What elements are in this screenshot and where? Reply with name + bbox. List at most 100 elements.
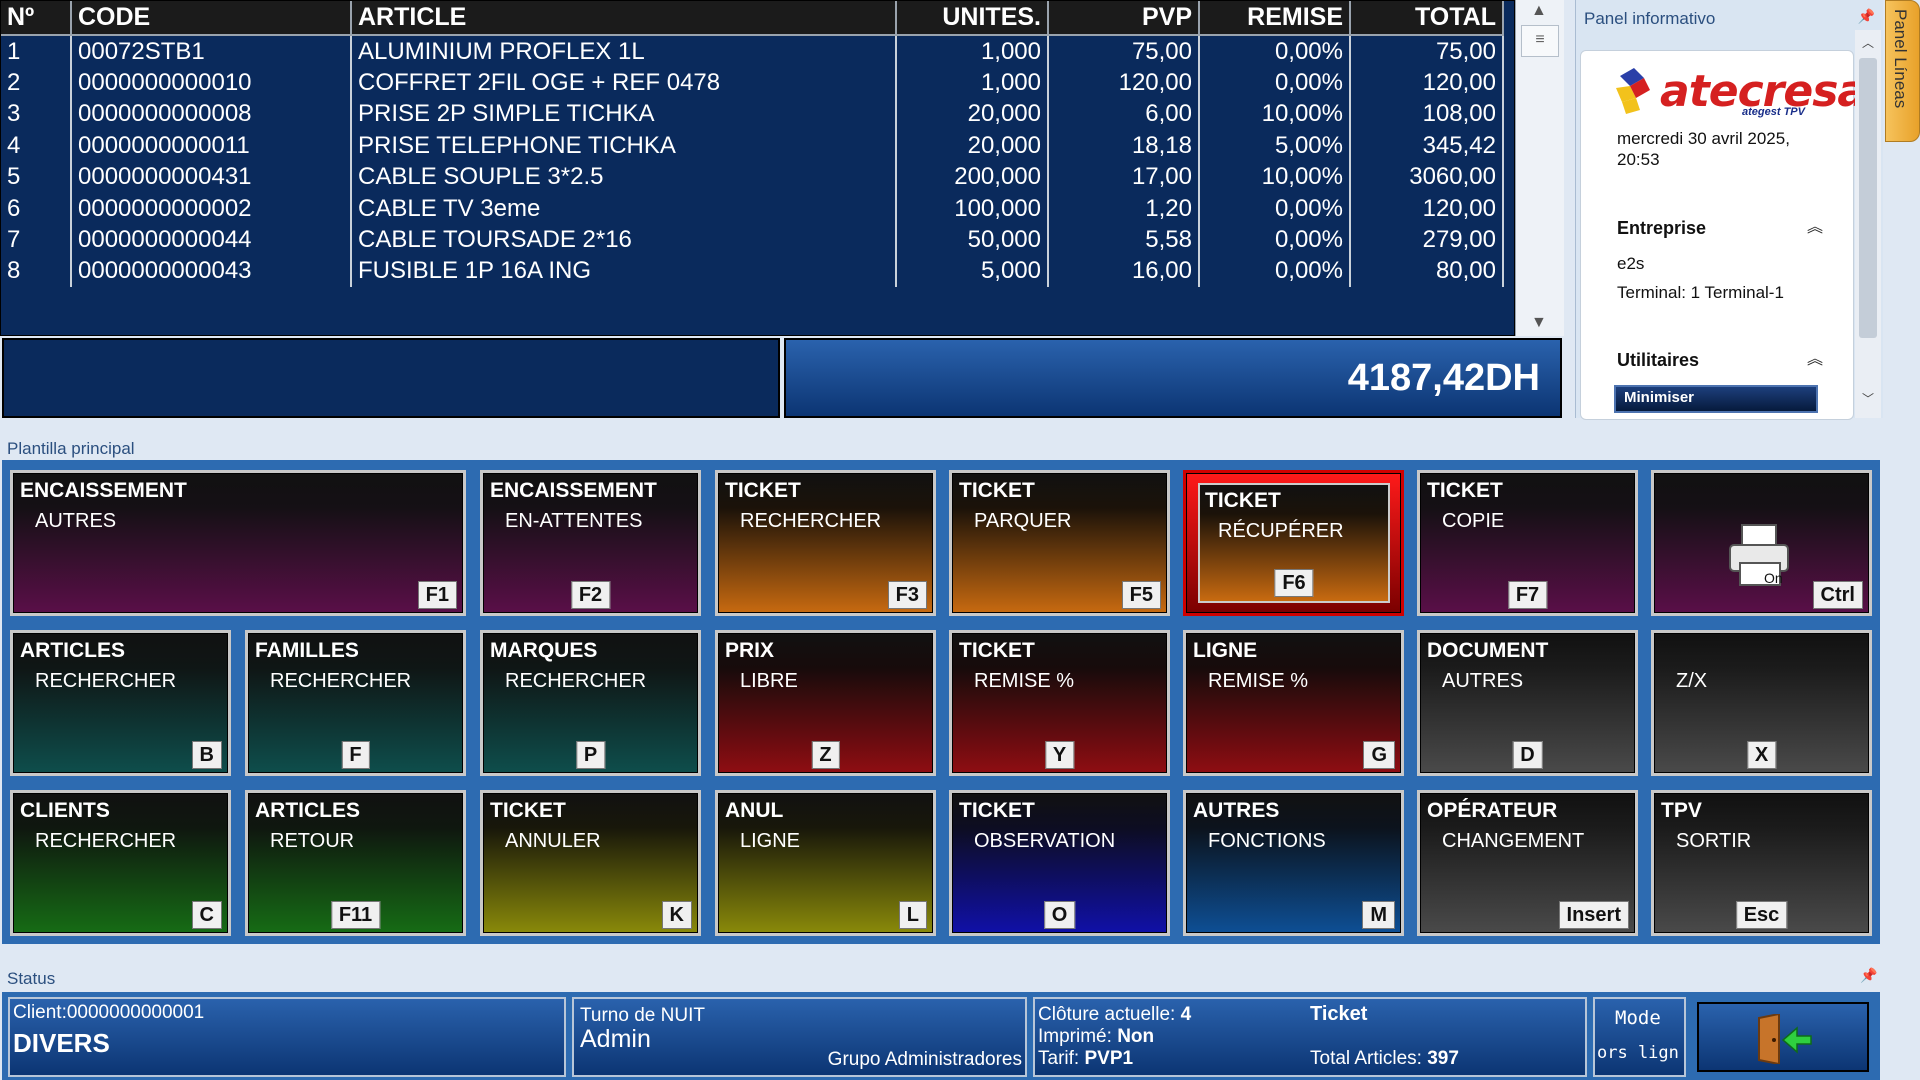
table-row[interactable]: 2 0000000000010 COFFRET 2FIL OGE + REF 047…: [1, 67, 1504, 99]
ticket-observation-button[interactable]: TICKET OBSERVATION O: [949, 790, 1170, 936]
line-article: COFFRET 2FIL OGE + REF 0478: [351, 67, 897, 99]
button-subtitle: REMISE %: [974, 670, 1075, 692]
button-title: MARQUES: [490, 639, 598, 662]
prix-libre-button[interactable]: PRIX LIBRE Z: [715, 630, 936, 776]
button-title: TPV: [1661, 799, 1702, 822]
imprime-value: Non: [1117, 1026, 1155, 1047]
col-header-remise[interactable]: REMISE: [1199, 1, 1351, 36]
familles-rechercher-button[interactable]: FAMILLES RECHERCHER F: [245, 630, 466, 776]
status-title: Status: [7, 969, 56, 988]
col-header-num[interactable]: Nº: [1, 1, 72, 36]
line-code: 0000000000002: [71, 192, 352, 225]
shortcut-key: G: [1363, 741, 1395, 769]
zx-button[interactable]: Z/X X: [1651, 630, 1872, 776]
cloture-value: 4: [1180, 1004, 1192, 1025]
pin-icon[interactable]: 📌: [1858, 8, 1875, 25]
col-header-unites[interactable]: UNITES.: [896, 1, 1049, 36]
table-row[interactable]: 6 0000000000002 CABLE TV 3eme 100,000 1,20 0,…: [1, 192, 1504, 225]
col-header-total[interactable]: TOTAL: [1350, 1, 1504, 36]
table-row[interactable]: 8 0000000000043 FUSIBLE 1P 16A ING 5,000 16,…: [1, 255, 1504, 288]
button-subtitle: RECHERCHER: [35, 670, 177, 692]
button-subtitle: COPIE: [1442, 510, 1505, 532]
panel-lineas-tab[interactable]: Panel Líneas: [1885, 0, 1920, 142]
svg-text:On: On: [1764, 570, 1783, 586]
client-code: Client:0000000000001: [13, 1002, 205, 1023]
ticket-parquer-button[interactable]: TICKET PARQUER F5: [949, 470, 1170, 616]
col-header-pvp[interactable]: PVP: [1048, 1, 1200, 36]
table-row[interactable]: 4 0000000000011 PRISE TELEPHONE TICHKA 20,0…: [1, 130, 1504, 162]
button-title: TICKET: [959, 639, 1035, 662]
button-title: ENCAISSEMENT: [490, 479, 657, 502]
line-total: 120,00: [1350, 192, 1504, 225]
encaissement-en-attentes-button[interactable]: ENCAISSEMENT EN-ATTENTES F2: [480, 470, 701, 616]
print-button[interactable]: On Ctrl: [1651, 470, 1872, 616]
ticket-total-value: 4187,42DH: [1347, 357, 1540, 399]
imprime-row: Imprimé: Non: [1038, 1026, 1154, 1048]
table-row[interactable]: 1 00072STB1 ALUMINIUM PROFLEX 1L 1,000 75,00…: [1, 35, 1504, 68]
shortcut-key: F5: [1121, 581, 1161, 609]
total-articles-value: 397: [1427, 1048, 1459, 1069]
col-header-article[interactable]: ARTICLE: [351, 1, 897, 36]
table-row[interactable]: 7 0000000000044 CABLE TOURSADE 2*16 50,000 5…: [1, 224, 1504, 256]
tpv-sortir-button[interactable]: TPV SORTIR Esc: [1651, 790, 1872, 936]
tarif-value: PVP1: [1084, 1048, 1134, 1069]
ticket-recuperer-button[interactable]: TICKET RÉCUPÉRER F6: [1183, 470, 1404, 616]
shortcut-key: C: [191, 901, 222, 929]
info-scrollbar[interactable]: ︿ ﹀: [1855, 30, 1881, 418]
mode-label: Mode: [1615, 1007, 1661, 1029]
scroll-down-icon[interactable]: ▼: [1531, 314, 1547, 332]
mode-panel[interactable]: Mode ors lign: [1593, 997, 1686, 1077]
line-code: 00072STB1: [71, 35, 352, 68]
chevron-up-icon[interactable]: ︿: [1862, 34, 1874, 51]
articles-retour-button[interactable]: ARTICLES RETOUR F11: [245, 790, 466, 936]
articles-rechercher-button[interactable]: ARTICLES RECHERCHER B: [10, 630, 231, 776]
info-scroll-thumb[interactable]: [1859, 58, 1877, 338]
button-subtitle: RÉCUPÉRER: [1218, 520, 1344, 542]
shortcut-key: Z: [811, 741, 840, 769]
line-article: CABLE TOURSADE 2*16: [351, 224, 897, 256]
utilitaires-header: Utilitaires: [1617, 350, 1700, 370]
document-autres-button[interactable]: DOCUMENT AUTRES D: [1417, 630, 1638, 776]
client-panel[interactable]: Client:0000000000001 DIVERS: [8, 997, 566, 1077]
autres-fonctions-button[interactable]: AUTRES FONCTIONS M: [1183, 790, 1404, 936]
line-pvp: 17,00: [1048, 161, 1200, 193]
imprime-label: Imprimé:: [1038, 1026, 1112, 1047]
ticket-rechercher-button[interactable]: TICKET RECHERCHER F3: [715, 470, 936, 616]
ligne-remise-button[interactable]: LIGNE REMISE % G: [1183, 630, 1404, 776]
line-article: ALUMINIUM PROFLEX 1L: [351, 35, 897, 68]
table-row[interactable]: 3 0000000000008 PRISE 2P SIMPLE TICHKA 20,0…: [1, 98, 1504, 131]
line-total: 345,42: [1350, 130, 1504, 162]
table-row[interactable]: 5 0000000000431 CABLE SOUPLE 3*2.5 200,000 1…: [1, 161, 1504, 193]
marques-rechercher-button[interactable]: MARQUES RECHERCHER P: [480, 630, 701, 776]
ticket-annuler-button[interactable]: TICKET ANNULER K: [480, 790, 701, 936]
shortcut-key: F11: [330, 901, 381, 929]
operateur-changement-button[interactable]: OPÉRATEUR CHANGEMENT Insert: [1417, 790, 1638, 936]
minimize-button[interactable]: Minimiser: [1614, 385, 1818, 413]
grid-scrollbar[interactable]: ▲ ≡ ▼: [1515, 0, 1564, 336]
exit-button[interactable]: [1697, 1002, 1869, 1072]
button-title: TICKET: [1427, 479, 1503, 502]
scroll-thumb[interactable]: ≡: [1521, 25, 1559, 57]
collapse-chevron-icon[interactable]: ︽: [1807, 213, 1823, 237]
collapse-chevron-icon[interactable]: ︽: [1807, 345, 1823, 369]
operator-panel[interactable]: Turno de NUIT Admin Grupo Administradore…: [572, 997, 1027, 1077]
chevron-down-icon[interactable]: ﹀: [1862, 390, 1874, 407]
button-subtitle: OBSERVATION: [974, 830, 1116, 852]
scroll-up-icon[interactable]: ▲: [1531, 2, 1547, 20]
ticket-copie-button[interactable]: TICKET COPIE F7: [1417, 470, 1638, 616]
line-code: 0000000000010: [71, 67, 352, 99]
ticket-remise-button[interactable]: TICKET REMISE % Y: [949, 630, 1170, 776]
tarif-label: Tarif:: [1038, 1048, 1080, 1069]
printer-icon: On: [1729, 524, 1789, 586]
pin-icon[interactable]: 📌: [1860, 967, 1877, 984]
line-total: 108,00: [1350, 98, 1504, 131]
col-header-code[interactable]: CODE: [71, 1, 352, 36]
ticket-lines-grid[interactable]: Nº CODE ARTICLE UNITES. PVP REMISE TOTAL…: [0, 0, 1515, 336]
anul-ligne-button[interactable]: ANUL LIGNE L: [715, 790, 936, 936]
encaissement-autres-button[interactable]: ENCAISSEMENT AUTRES F1: [10, 470, 466, 616]
mode-value: ors lign: [1597, 1043, 1679, 1063]
total-articles-label: Total Articles:: [1310, 1048, 1422, 1069]
client-name: DIVERS: [13, 1028, 110, 1058]
clients-rechercher-button[interactable]: CLIENTS RECHERCHER C: [10, 790, 231, 936]
button-subtitle: LIGNE: [740, 830, 801, 852]
